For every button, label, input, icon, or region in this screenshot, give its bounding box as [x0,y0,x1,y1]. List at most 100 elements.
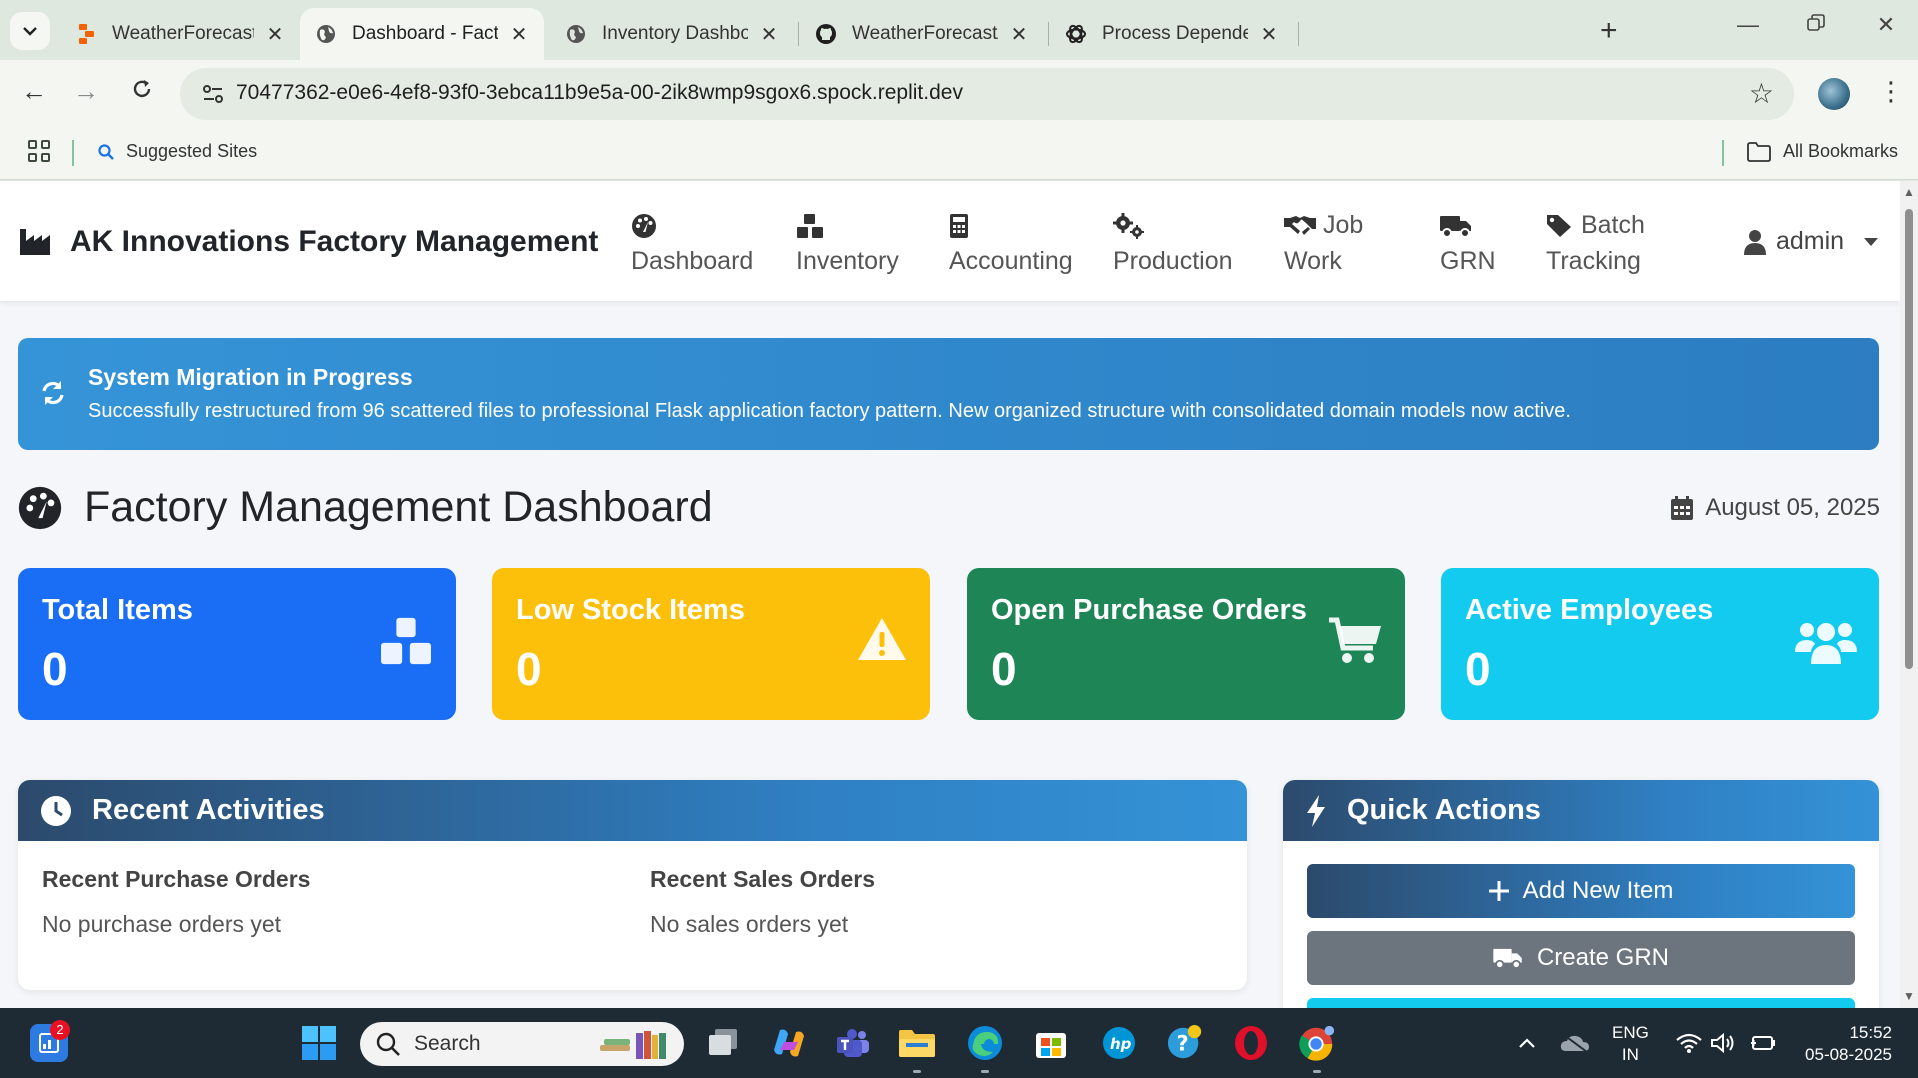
bookmark-star-icon[interactable]: ☆ [1749,77,1774,110]
gauge-icon [18,486,62,529]
tab-dashboard[interactable]: Dashboard - Factory Mar ✕ [300,8,544,60]
hp-icon[interactable]: hp [1100,1024,1138,1062]
nav-production-label: Production [1113,247,1233,275]
address-bar[interactable]: 70477362-e0e6-4ef8-93f0-3ebca11b9e5a-00-… [180,68,1794,120]
browser-toolbar: ← → 70477362-e0e6-4ef8-93f0-3ebca11b9e5a… [0,60,1918,128]
opera-icon[interactable] [1232,1024,1270,1062]
microsoft-store-icon[interactable] [1032,1024,1070,1062]
all-bookmarks-link[interactable]: All Bookmarks [1747,141,1898,162]
stat-label: Open Purchase Orders [991,594,1307,626]
nav-inventory-label: Inventory [796,247,899,275]
apps-grid-icon[interactable] [28,140,50,162]
scrollbar-thumb[interactable] [1905,209,1913,669]
reload-button[interactable] [124,76,160,107]
nav-accounting[interactable]: Accounting [949,207,1073,279]
user-icon [1744,229,1766,255]
suggested-sites-link[interactable]: Suggested Sites [98,141,257,162]
suggested-sites-label: Suggested Sites [126,141,258,161]
recent-activities-title: Recent Activities [92,794,325,826]
close-tab-icon[interactable]: ✕ [264,22,286,47]
svg-text:?: ? [1176,1032,1188,1056]
restore-icon [1807,14,1825,31]
stat-card-open-purchase-orders[interactable]: Open Purchase Orders 0 [967,568,1405,720]
taskbar-search[interactable]: Search [360,1022,684,1066]
language-indicator[interactable]: ENG IN [1612,1022,1649,1066]
scroll-up-icon[interactable]: ▲ [1903,185,1915,199]
copilot-icon[interactable] [770,1024,808,1062]
folder-icon [1747,141,1771,162]
running-indicator [1313,1070,1321,1073]
recent-purchase-orders-heading: Recent Purchase Orders [42,866,311,892]
close-tab-icon[interactable]: ✕ [758,22,780,47]
chevron-down-icon [23,27,37,36]
next-quick-action-button[interactable] [1307,998,1855,1008]
close-tab-icon[interactable]: ✕ [1258,22,1280,47]
recent-activities-header: Recent Activities [18,780,1247,841]
language-region: IN [1621,1045,1639,1064]
bookmark-separator [1722,140,1724,166]
create-grn-button[interactable]: Create GRN [1307,931,1855,985]
add-new-item-button[interactable]: Add New Item [1307,864,1855,918]
close-window-button[interactable]: ✕ [1866,12,1906,38]
truck-icon [1440,216,1471,239]
chrome-icon[interactable] [1298,1024,1336,1062]
nav-dashboard[interactable]: Dashboard [631,207,753,279]
user-menu[interactable]: admin [1744,227,1879,256]
scroll-down-icon[interactable]: ▼ [1903,989,1915,1003]
plus-icon [1488,881,1509,901]
tab-search-button[interactable] [10,12,50,50]
svg-text:hp: hp [1110,1035,1132,1053]
industry-icon [20,229,50,255]
tab-inventory-dashboard[interactable]: Inventory Dashboard - AI ✕ [550,8,794,60]
close-tab-icon[interactable]: ✕ [1008,22,1030,47]
truck-icon [1493,948,1522,969]
page-title: Factory Management Dashboard [18,483,713,532]
get-help-icon[interactable]: ? [1166,1024,1204,1062]
stat-value: 0 [516,643,542,695]
forward-button[interactable]: → [68,76,104,107]
browser-menu-icon[interactable]: ⋮ [1878,76,1904,107]
restore-button[interactable] [1796,12,1836,38]
tab-github-weatherforecast[interactable]: WeatherForecast/attache ✕ [800,8,1044,60]
brand[interactable]: AK Innovations Factory Management [20,225,598,259]
back-button[interactable]: ← [16,76,52,107]
onedrive-icon[interactable] [1556,1024,1594,1062]
quick-actions-header: Quick Actions [1283,780,1879,841]
file-explorer-icon[interactable] [898,1024,936,1062]
clock[interactable]: 15:52 05-08-2025 [1796,1022,1892,1066]
nav-job-work[interactable]: Job Work [1284,207,1363,279]
task-view-icon[interactable] [704,1024,742,1062]
page-scrollbar[interactable]: ▲ ▼ [1900,181,1918,1008]
close-tab-icon[interactable]: ✕ [508,22,530,47]
nav-inventory[interactable]: Inventory [796,207,899,279]
teams-icon[interactable] [834,1024,872,1062]
nav-production[interactable]: Production [1113,207,1233,279]
tab-process-dependencies[interactable]: Process Dependencies O ✕ [1050,8,1294,60]
edge-icon[interactable] [966,1024,1004,1062]
nav-batch-tracking[interactable]: Batch Tracking [1546,207,1645,279]
dashboard-date: August 05, 2025 [1671,494,1880,522]
minimize-button[interactable]: — [1728,12,1768,38]
windows-start-icon[interactable] [300,1024,338,1062]
show-hidden-icons-chevron-up-icon[interactable] [1508,1024,1546,1062]
search-icon [376,1032,400,1056]
tab-title: WeatherForecast - Replit [112,23,254,44]
nav-batch-tracking-label: Tracking [1546,247,1641,275]
nav-grn[interactable]: GRN [1440,207,1496,279]
tab-title: WeatherForecast/attache [852,23,998,44]
stat-value: 0 [42,643,68,695]
page-title-text: Factory Management Dashboard [84,483,713,531]
tab-weatherforecast-replit[interactable]: WeatherForecast - Replit ✕ [60,8,300,60]
volume-icon[interactable] [1704,1024,1742,1062]
wifi-icon[interactable] [1670,1024,1708,1062]
tab-separator [1048,22,1049,46]
profile-avatar[interactable] [1818,78,1850,110]
site-info-icon[interactable] [200,81,226,107]
stat-card-total-items[interactable]: Total Items 0 [18,568,456,720]
new-tab-button[interactable]: + [1600,14,1618,48]
quick-actions-card: Quick Actions Add New Item Create GRN [1283,780,1879,1008]
battery-icon[interactable] [1744,1024,1782,1062]
stat-card-low-stock[interactable]: Low Stock Items 0 [492,568,930,720]
stat-card-active-employees[interactable]: Active Employees 0 [1441,568,1879,720]
alert-text: Successfully restructured from 96 scatte… [88,400,1571,422]
